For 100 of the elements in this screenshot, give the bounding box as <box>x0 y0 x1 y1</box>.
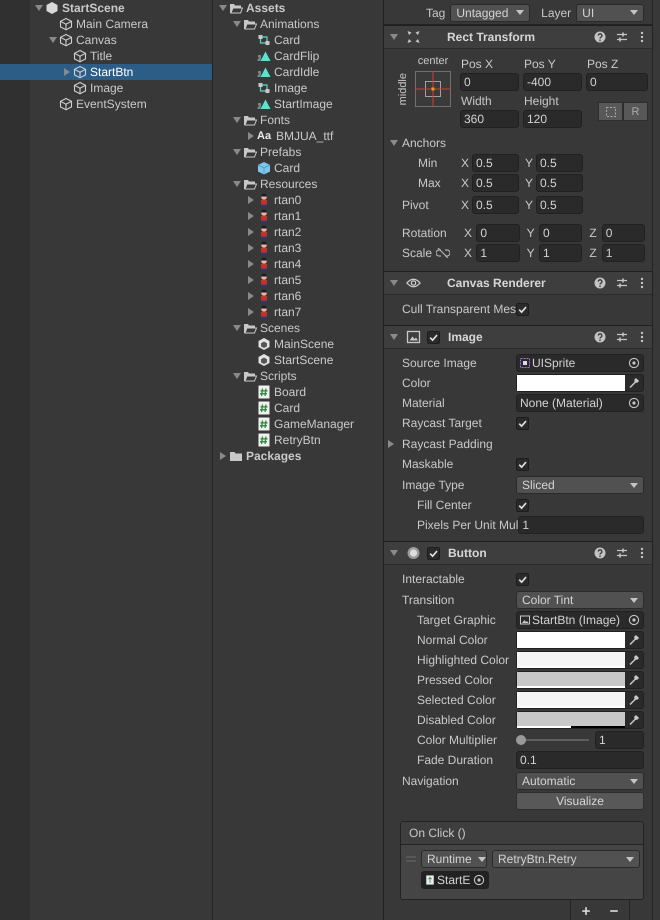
number-field[interactable]: 0 <box>460 73 519 91</box>
asset-item[interactable]: rtan2 <box>213 224 383 240</box>
visualize-button[interactable]: Visualize <box>516 792 644 810</box>
component-header[interactable]: Rect Transform <box>384 26 652 49</box>
object-picker-icon[interactable] <box>628 357 640 369</box>
checkbox[interactable] <box>516 458 529 470</box>
color-swatch[interactable] <box>517 632 625 648</box>
more-icon[interactable] <box>640 331 644 343</box>
scene-name[interactable]: StartScene <box>62 1 125 15</box>
foldout-label[interactable]: Anchors <box>402 136 446 150</box>
checkbox[interactable] <box>516 498 529 512</box>
component-header[interactable]: Canvas Renderer <box>384 272 652 295</box>
color-swatch[interactable] <box>517 712 625 728</box>
disclosure-arrow[interactable] <box>248 212 254 220</box>
disclosure-arrow[interactable] <box>248 228 254 236</box>
disclosure-arrow[interactable] <box>390 280 398 286</box>
number-field[interactable]: 1 <box>595 731 644 749</box>
number-field[interactable]: 360 <box>460 110 519 128</box>
checkbox[interactable] <box>427 330 440 344</box>
disclosure-arrow[interactable] <box>390 140 398 146</box>
object-picker-icon[interactable] <box>473 874 486 886</box>
asset-item[interactable]: StartScene <box>213 352 383 368</box>
layer-dropdown[interactable]: UI <box>576 4 644 22</box>
number-field[interactable]: 1 <box>518 516 644 534</box>
eyedropper-icon[interactable] <box>628 714 640 726</box>
number-field[interactable]: 120 <box>523 110 582 128</box>
hierarchy-item[interactable]: Main Camera <box>0 16 212 32</box>
disclosure-arrow[interactable] <box>248 292 254 300</box>
asset-item[interactable]: Packages <box>213 448 383 464</box>
disclosure-arrow[interactable] <box>248 308 254 316</box>
object-field[interactable]: UISprite <box>516 354 644 372</box>
eyedropper-icon[interactable] <box>628 654 640 666</box>
slider-thumb[interactable] <box>516 735 526 745</box>
number-field[interactable]: 1 <box>602 244 645 262</box>
eyedropper-icon[interactable] <box>628 377 640 389</box>
presets-icon[interactable] <box>616 331 628 343</box>
number-field[interactable]: 0 <box>586 73 648 91</box>
asset-item[interactable]: MainScene <box>213 336 383 352</box>
asset-item[interactable]: RetryBtn <box>213 432 383 448</box>
hierarchy-item[interactable]: Image <box>0 80 212 96</box>
hierarchy-item[interactable]: EventSystem <box>0 96 212 112</box>
disclosure-arrow[interactable] <box>248 276 254 284</box>
foldout-label[interactable]: Raycast Padding <box>402 437 644 451</box>
eyedropper-icon[interactable] <box>628 694 640 706</box>
disclosure-arrow[interactable] <box>248 260 254 268</box>
presets-icon[interactable] <box>616 31 628 43</box>
asset-item[interactable]: GameManager <box>213 416 383 432</box>
number-field[interactable]: 0.5 <box>536 196 583 214</box>
number-field[interactable]: 0 <box>476 224 520 242</box>
component-header[interactable]: Button <box>384 542 652 565</box>
disclosure-arrow[interactable] <box>390 334 398 340</box>
asset-item[interactable]: Assets <box>213 0 383 16</box>
number-field[interactable]: 0.5 <box>472 196 519 214</box>
hierarchy-item[interactable]: StartBtn <box>0 64 212 80</box>
eyedropper-icon[interactable] <box>628 634 640 646</box>
dropdown[interactable]: Sliced <box>516 476 644 494</box>
object-field[interactable]: StartBtn (Image) <box>516 611 644 629</box>
dropdown[interactable]: Automatic <box>516 772 644 790</box>
help-icon[interactable] <box>594 277 606 289</box>
asset-item[interactable]: Prefabs <box>213 144 383 160</box>
help-icon[interactable] <box>594 31 606 43</box>
number-field[interactable]: 0 <box>602 224 645 242</box>
object-field[interactable]: None (Material) <box>516 394 644 412</box>
asset-item[interactable]: rtan7 <box>213 304 383 320</box>
asset-item[interactable]: Aa BMJUA_ttf <box>213 128 383 144</box>
number-field[interactable]: 0.5 <box>472 174 519 192</box>
asset-item[interactable]: Resources <box>213 176 383 192</box>
blueprint-button[interactable] <box>598 102 623 121</box>
number-field[interactable]: 1 <box>476 244 520 262</box>
number-field[interactable]: -400 <box>523 73 582 91</box>
more-icon[interactable] <box>640 277 644 289</box>
asset-item[interactable]: rtan5 <box>213 272 383 288</box>
disclosure-arrow[interactable] <box>390 550 398 556</box>
hierarchy-item[interactable]: Canvas <box>0 32 212 48</box>
more-icon[interactable] <box>640 31 644 43</box>
asset-item[interactable]: CardIdle <box>213 64 383 80</box>
asset-item[interactable]: StartImage <box>213 96 383 112</box>
asset-item[interactable]: Card <box>213 160 383 176</box>
asset-item[interactable]: rtan0 <box>213 192 383 208</box>
anchor-preset-button[interactable] <box>415 71 451 107</box>
drag-handle-icon[interactable] <box>406 856 416 862</box>
disclosure-arrow[interactable] <box>248 196 254 204</box>
disclosure-arrow[interactable] <box>388 440 394 448</box>
number-field[interactable]: 0.5 <box>472 154 519 172</box>
presets-icon[interactable] <box>616 547 628 559</box>
eyedropper-icon[interactable] <box>628 674 640 686</box>
unlinked-chain-icon[interactable] <box>436 248 450 258</box>
more-icon[interactable] <box>640 547 644 559</box>
checkbox[interactable] <box>516 302 530 316</box>
presets-icon[interactable] <box>616 277 628 289</box>
component-header[interactable]: Image <box>384 326 652 349</box>
tag-dropdown[interactable]: Untagged <box>450 4 530 22</box>
number-field[interactable]: 0 <box>539 224 582 242</box>
disclosure-arrow[interactable] <box>248 132 254 140</box>
color-swatch[interactable] <box>517 652 625 668</box>
number-field[interactable]: 0.5 <box>536 174 583 192</box>
color-swatch[interactable] <box>517 692 625 708</box>
asset-item[interactable]: Scenes <box>213 320 383 336</box>
asset-item[interactable]: Image <box>213 80 383 96</box>
object-field[interactable]: StartE <box>421 871 490 889</box>
